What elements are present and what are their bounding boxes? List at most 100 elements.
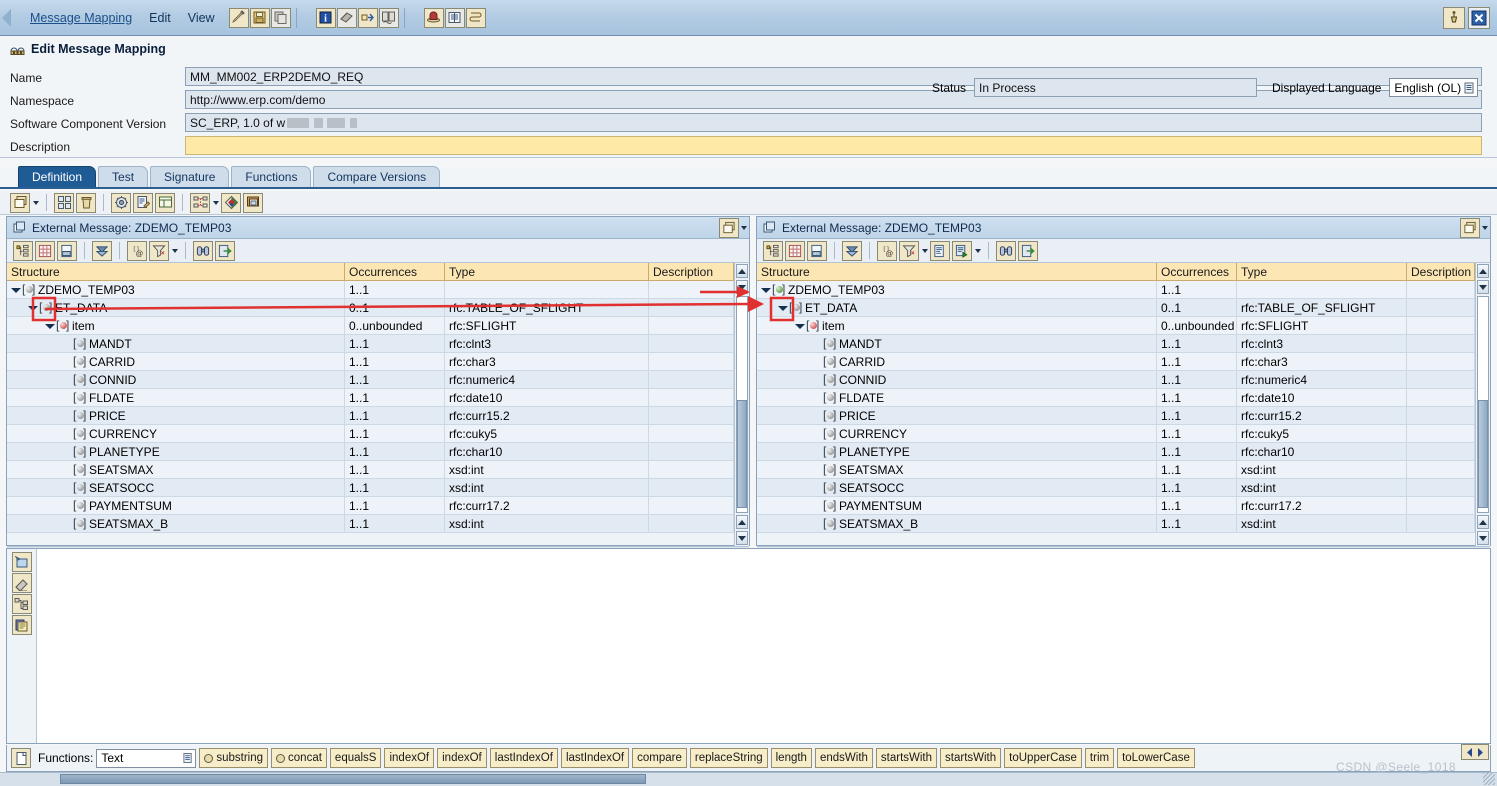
layout-icon[interactable]	[155, 192, 175, 213]
function-button[interactable]: indexOf	[437, 748, 487, 768]
cell-structure[interactable]: PRICE	[7, 407, 345, 424]
save-icon[interactable]	[249, 7, 270, 28]
target-scroll-down-button-2[interactable]	[1477, 531, 1489, 545]
software-component-version-input[interactable]: SC_ERP, 1.0 of w	[185, 113, 1482, 132]
cell-structure[interactable]: ET_DATA	[757, 299, 1157, 316]
table-row[interactable]: PRICE 1..1rfc:curr15.2	[7, 407, 734, 425]
history-icon[interactable]	[465, 7, 486, 28]
table-row[interactable]: item 0..unboundedrfc:SFLIGHT	[757, 317, 1475, 335]
pin-icon[interactable]	[1443, 6, 1465, 29]
collapse-icon[interactable]	[842, 240, 862, 261]
table-row[interactable]: ZDEMO_TEMP03 1..1	[757, 281, 1475, 299]
edit-pencil-icon[interactable]	[228, 7, 249, 28]
context-at-icon[interactable]: [] @	[127, 240, 147, 261]
cell-structure[interactable]: MANDT	[757, 335, 1157, 352]
target-field-dropdown-caret[interactable]	[975, 248, 981, 253]
collapse-icon[interactable]	[92, 240, 112, 261]
cell-structure[interactable]: CURRENCY	[7, 425, 345, 442]
cell-structure[interactable]: SEATSOCC	[7, 479, 345, 496]
menu-view[interactable]: View	[188, 11, 215, 25]
source-scroll-down-button[interactable]	[736, 280, 748, 294]
expand-collapse-icon[interactable]	[778, 303, 788, 313]
target-scroll-up-button[interactable]	[1477, 264, 1489, 278]
table-row[interactable]: CARRID 1..1rfc:char3	[757, 353, 1475, 371]
compare-icon[interactable]	[378, 7, 399, 28]
duplicate-window-icon[interactable]	[243, 192, 263, 213]
tab-compare-versions[interactable]: Compare Versions	[313, 166, 441, 187]
cell-structure[interactable]: SEATSMAX_B	[7, 515, 345, 532]
col-type[interactable]: Type	[1237, 263, 1407, 280]
document-edit-icon[interactable]	[133, 192, 153, 213]
function-button[interactable]: equalsS	[329, 748, 382, 768]
displayed-language-select[interactable]: English (OL)	[1389, 78, 1479, 97]
table-row[interactable]: MANDT 1..1rfc:clnt3	[7, 335, 734, 353]
copy-icon[interactable]	[270, 7, 291, 28]
function-button[interactable]: replaceString	[689, 748, 768, 768]
hat-icon[interactable]	[423, 7, 444, 28]
menu-edit[interactable]: Edit	[149, 11, 171, 25]
col-structure[interactable]: Structure	[7, 263, 345, 280]
description-input[interactable]	[185, 136, 1482, 155]
table-row[interactable]: SEATSOCC 1..1xsd:int	[7, 479, 734, 497]
function-button[interactable]: startsWith	[875, 748, 938, 768]
filter-dropdown-caret[interactable]	[172, 248, 178, 253]
new-window-dropdown-caret[interactable]	[33, 200, 39, 205]
function-button[interactable]: endsWith	[814, 748, 873, 768]
source-panel-window-icon[interactable]	[719, 217, 739, 238]
structure-icon[interactable]	[11, 594, 32, 614]
table-row[interactable]: CARRID 1..1rfc:char3	[7, 353, 734, 371]
resize-grip[interactable]	[1483, 773, 1495, 785]
table-row[interactable]: ET_DATA 0..1rfc:TABLE_OF_SFLIGHT	[757, 299, 1475, 317]
function-button[interactable]: startsWith	[940, 748, 1002, 768]
target-scroll-down-button[interactable]	[1477, 280, 1489, 294]
tree-view-icon[interactable]	[13, 240, 33, 261]
function-button[interactable]: length	[770, 748, 812, 768]
expand-collapse-icon[interactable]	[761, 285, 771, 295]
col-occurrences[interactable]: Occurrences	[1157, 263, 1237, 280]
cell-structure[interactable]: FLDATE	[7, 389, 345, 406]
function-button[interactable]: trim	[1084, 748, 1115, 768]
target-vertical-scrollbar[interactable]	[1475, 263, 1490, 546]
table-row[interactable]: item 0..unboundedrfc:SFLIGHT	[7, 317, 734, 335]
cell-structure[interactable]: SEATSMAX	[757, 461, 1157, 478]
clipboard-icon[interactable]	[11, 615, 32, 635]
table-row[interactable]: SEATSMAX 1..1xsd:int	[7, 461, 734, 479]
table-row[interactable]: CURRENCY 1..1rfc:cuky5	[757, 425, 1475, 443]
cell-structure[interactable]: item	[7, 317, 345, 334]
cell-structure[interactable]: CONNID	[7, 371, 345, 388]
function-button[interactable]: compare	[632, 748, 687, 768]
filter-dropdown-caret[interactable]	[922, 248, 928, 253]
context-at-icon[interactable]: [] @	[877, 240, 897, 261]
cell-structure[interactable]: PLANETYPE	[7, 443, 345, 460]
cell-structure[interactable]: ZDEMO_TEMP03	[7, 281, 345, 298]
dependency-tree-icon[interactable]	[190, 192, 210, 213]
table-row[interactable]: FLDATE 1..1rfc:date10	[7, 389, 734, 407]
cell-structure[interactable]: PAYMENTSUM	[7, 497, 345, 514]
table-row[interactable]: CURRENCY 1..1rfc:cuky5	[7, 425, 734, 443]
source-scroll-thumb[interactable]	[737, 400, 747, 508]
back-arrow-icon[interactable]	[0, 0, 14, 36]
find-binoculars-icon[interactable]	[193, 240, 213, 261]
table-row[interactable]: SEATSMAX_B 1..1xsd:int	[7, 515, 734, 533]
tab-signature[interactable]: Signature	[150, 166, 230, 187]
col-description[interactable]: Description	[1407, 263, 1475, 280]
function-scroll-arrows[interactable]	[1461, 744, 1489, 760]
cell-structure[interactable]: PAYMENTSUM	[757, 497, 1157, 514]
cell-structure[interactable]: FLDATE	[757, 389, 1157, 406]
list-icon[interactable]	[444, 7, 465, 28]
filter-icon[interactable]	[149, 240, 169, 261]
tab-functions[interactable]: Functions	[231, 166, 312, 187]
col-structure[interactable]: Structure	[757, 263, 1157, 280]
export-icon[interactable]	[215, 240, 235, 261]
source-scroll-up-button[interactable]	[736, 264, 748, 278]
col-description[interactable]: Description	[649, 263, 734, 280]
cell-structure[interactable]: SEATSOCC	[757, 479, 1157, 496]
col-type[interactable]: Type	[445, 263, 649, 280]
function-button[interactable]: concat	[271, 748, 327, 768]
source-view-icon[interactable]: SRC	[57, 240, 77, 261]
dependency-tree-dropdown-caret[interactable]	[213, 200, 219, 205]
expand-collapse-icon[interactable]	[45, 321, 55, 331]
mapping-canvas[interactable]	[37, 549, 1490, 743]
cell-structure[interactable]: SEATSMAX_B	[757, 515, 1157, 532]
grid-view-icon[interactable]	[785, 240, 805, 261]
